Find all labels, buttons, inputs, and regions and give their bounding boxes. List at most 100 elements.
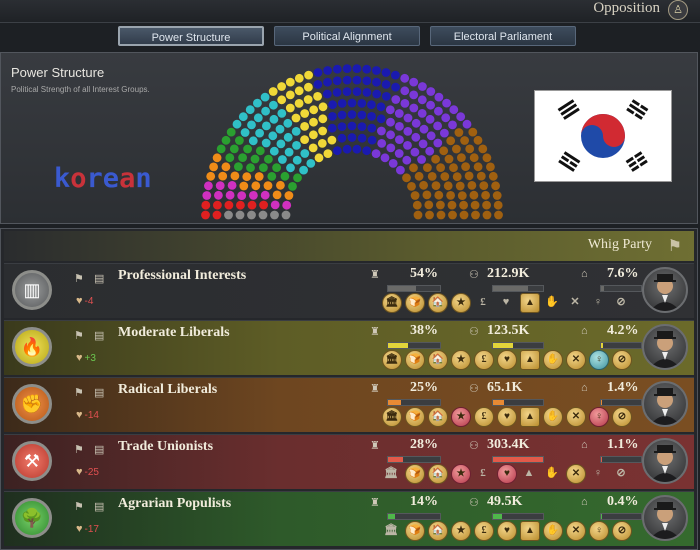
trait-icon[interactable]: ♀ [589, 350, 609, 370]
interest-group-row[interactable]: 🔥 ⚑ ▤ Moderate Liberals ♥ +3 ♜ 38% ⚇ 123.5K ⌂ 4.2% 🏛… [4, 320, 694, 375]
trait-icon[interactable]: ★ [451, 350, 471, 370]
trait-icon[interactable]: 🏠 [428, 407, 448, 427]
trait-icon[interactable]: 🏛 [382, 521, 400, 539]
trait-icon[interactable]: 🏠 [428, 521, 448, 541]
trait-icon[interactable]: £ [474, 407, 494, 427]
trait-icon[interactable]: ⊘ [612, 293, 630, 311]
interest-group-emblem-icon[interactable]: 🌳 [12, 498, 52, 538]
trait-icon[interactable]: 🏛 [382, 350, 402, 370]
trait-icon[interactable]: ✕ [566, 407, 586, 427]
tab-political-alignment[interactable]: Political Alignment [274, 26, 420, 46]
interest-group-emblem-icon[interactable]: ⚒ [12, 441, 52, 481]
leader-portrait[interactable] [642, 324, 688, 370]
seat-dot [225, 190, 235, 200]
opposition-icon[interactable]: ♙ [668, 0, 688, 20]
trait-icon[interactable]: 🏛 [382, 407, 402, 427]
trait-icon[interactable]: 🍞 [405, 464, 425, 484]
seat-dot [347, 121, 357, 131]
trait-icon[interactable]: ✕ [566, 293, 584, 311]
party-name: Whig Party [587, 237, 652, 252]
seat-dot [447, 200, 457, 210]
seat-dot [417, 109, 427, 118]
clout-value: 28% [410, 437, 438, 452]
korean-letter: k [54, 163, 71, 194]
interest-group-row[interactable]: ✊ ⚑ ▤ Radical Liberals ♥ -14 ♜ 25% ⚇ 65.1K ⌂ 1.4% 🏛 🍞… [4, 377, 694, 432]
trait-icon[interactable]: 🏠 [428, 464, 448, 484]
speech-icon[interactable]: ▤ [94, 272, 104, 285]
trait-icon[interactable]: 🍞 [405, 521, 425, 541]
trait-icon[interactable]: ✋ [543, 293, 561, 311]
trait-icon[interactable]: ♥ [497, 293, 515, 311]
trait-icon[interactable]: 🏛 [382, 293, 402, 313]
leader-portrait[interactable] [642, 495, 688, 541]
trait-icon[interactable]: ⊘ [612, 464, 630, 482]
leader-portrait[interactable] [642, 381, 688, 427]
trait-icon[interactable]: 🏠 [428, 293, 448, 313]
trait-icon[interactable]: ★ [451, 293, 471, 313]
trait-icon[interactable]: ♥ [497, 521, 517, 541]
party-flag-icon[interactable]: ⚑ [74, 500, 84, 513]
trait-icon[interactable]: ⊘ [612, 407, 632, 427]
seat-dot [362, 88, 372, 97]
speech-icon[interactable]: ▤ [94, 443, 104, 456]
trait-icon[interactable]: ▲ [520, 464, 538, 482]
trait-icon[interactable]: ▲ [520, 407, 540, 427]
trait-icon[interactable]: 🍞 [405, 350, 425, 370]
interest-group-row[interactable]: 🌳 ⚑ ▤ Agrarian Populists ♥ -17 ♜ 14% ⚇ 49.5K ⌂ 0.4%… [4, 491, 694, 546]
party-flag-icon[interactable]: ⚑ [668, 236, 682, 256]
trait-icon[interactable]: £ [474, 350, 494, 370]
party-flag-icon[interactable]: ⚑ [74, 329, 84, 342]
trait-icon[interactable]: ♥ [497, 350, 517, 370]
trait-icon[interactable]: ★ [451, 521, 471, 541]
trait-icon[interactable]: ▲ [520, 350, 540, 370]
trait-icon[interactable]: ✋ [543, 350, 563, 370]
trait-icon[interactable]: ✋ [543, 521, 563, 541]
trait-icon[interactable]: ▲ [520, 293, 540, 313]
trait-icon[interactable]: 🏠 [428, 350, 448, 370]
trait-icon[interactable]: £ [474, 521, 494, 541]
interest-group-row[interactable]: ⚒ ⚑ ▤ Trade Unionists ♥ -25 ♜ 28% ⚇ 303.4K ⌂ 1.1% 🏛 🍞… [4, 434, 694, 489]
trait-icon[interactable]: ♀ [589, 407, 609, 427]
speech-icon[interactable]: ▤ [94, 386, 104, 399]
trait-icon[interactable]: £ [474, 293, 492, 311]
trait-icon[interactable]: ✋ [543, 464, 561, 482]
tab-electoral-parliament[interactable]: Electoral Parliament [430, 26, 576, 46]
trait-icon[interactable]: ★ [451, 407, 471, 427]
speech-icon[interactable]: ▤ [94, 500, 104, 513]
leader-portrait[interactable] [642, 438, 688, 484]
seat-dot [300, 109, 310, 118]
trait-icon[interactable]: ✕ [566, 464, 586, 484]
party-flag-icon[interactable]: ⚑ [74, 272, 84, 285]
trait-icon[interactable]: ✋ [543, 407, 563, 427]
party-flag-icon[interactable]: ⚑ [74, 443, 84, 456]
tab-power-structure[interactable]: Power Structure [118, 26, 264, 46]
trait-icon[interactable]: ▲ [520, 521, 540, 541]
interest-group-emblem-icon[interactable]: 🔥 [12, 327, 52, 367]
clout-bar-fill [388, 457, 403, 462]
trait-icon[interactable]: ⊘ [612, 521, 632, 541]
leader-portrait[interactable] [642, 267, 688, 313]
seat-dot [285, 77, 295, 87]
trait-icon[interactable]: ⊘ [612, 350, 632, 370]
trait-icon[interactable]: 🏛 [382, 464, 400, 482]
seat-dot [269, 100, 278, 110]
speech-icon[interactable]: ▤ [94, 329, 104, 342]
interest-group-emblem-icon[interactable]: ✊ [12, 384, 52, 424]
trait-icon[interactable]: ★ [451, 464, 471, 484]
trait-icon[interactable]: ♀ [589, 521, 609, 541]
trait-icon[interactable]: ♀ [589, 464, 607, 482]
party-flag-icon[interactable]: ⚑ [74, 386, 84, 399]
trait-icon[interactable]: ♥ [497, 407, 517, 427]
interest-group-row[interactable]: ▥ ⚑ ▤ Professional Interests ♥ -4 ♜ 54% ⚇ 212.9K ⌂… [4, 263, 694, 318]
trait-icon[interactable]: 🍞 [405, 407, 425, 427]
trait-icon[interactable]: £ [474, 464, 492, 482]
interest-group-emblem-icon[interactable]: ▥ [12, 270, 52, 310]
trait-icon[interactable]: ✕ [566, 350, 586, 370]
trait-icon[interactable]: 🍞 [405, 293, 425, 313]
trait-icon[interactable]: ♀ [589, 293, 607, 311]
trait-icon[interactable]: ✕ [566, 521, 586, 541]
trait-icon[interactable]: ♥ [497, 464, 517, 484]
seat-dot [213, 200, 222, 210]
seat-dot [247, 200, 257, 210]
seat-dot [323, 77, 332, 87]
